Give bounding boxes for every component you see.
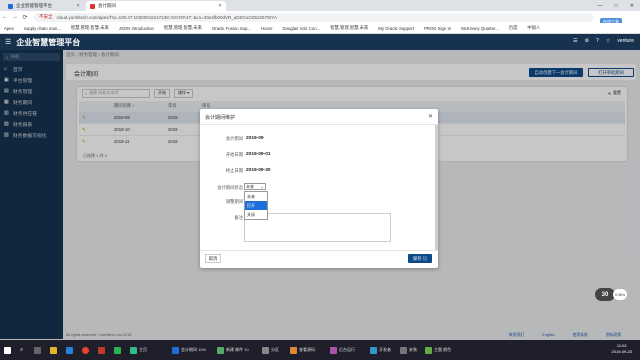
clock-date: 2019-09-23 (611, 349, 632, 354)
system-clock[interactable]: 11:02 2019-09-23 (612, 343, 632, 355)
bookmark[interactable]: 智慧,管理,智慧,未来 (330, 25, 368, 31)
field-label: 会计期间 (225, 136, 243, 141)
bookmark[interactable]: Douglas Volz Con... (283, 26, 321, 31)
url-field[interactable]: 不安全 cloud.yunhitech.com/apex/f?p=100:47:… (34, 12, 594, 22)
dialog-title: 会计期间维护 (205, 115, 236, 121)
field-label: 终止日期 (225, 168, 243, 173)
tab-title: 会计期间 (98, 3, 116, 8)
tab-title: 企业智能管理平台 (16, 3, 52, 8)
search-icon[interactable]: ⌕ (20, 344, 23, 356)
taskbar-app[interactable]: 新建 邮件 10 (217, 344, 249, 356)
bookmark[interactable]: My Oracle Support (378, 26, 414, 31)
bookmark[interactable]: 智慧,管理,智慧,未来 (164, 25, 202, 31)
back-icon[interactable]: ← (0, 14, 10, 20)
edge-icon[interactable] (66, 344, 75, 356)
help-icon[interactable]: ? (596, 38, 599, 44)
speed-badge-rate: 0.3K/s (613, 289, 627, 300)
field-label: 调整期间 (225, 199, 243, 204)
bookmark[interactable]: Oracle Fusion Sup... (212, 26, 251, 31)
field-label: 备注 (234, 215, 243, 220)
url-text: cloud.yunhitech.com/apex/f?p=100:47:1030… (56, 14, 277, 20)
taskbar-app[interactable]: 安装 (400, 344, 417, 356)
wechat-icon[interactable] (114, 344, 123, 356)
reload-icon[interactable]: ⟳ (20, 14, 30, 21)
taskbar-app[interactable]: 后台运行 (330, 344, 355, 356)
tab-favicon (90, 3, 95, 9)
bookmark[interactable]: 百度 (509, 25, 518, 31)
bookmark[interactable]: 中国人 (527, 25, 540, 31)
forward-icon[interactable]: → (10, 14, 20, 20)
minimize-icon[interactable]: — (592, 0, 608, 11)
bookmark[interactable]: Home (261, 26, 272, 31)
taskbar-app[interactable]: 主页 (130, 344, 147, 356)
gear-icon[interactable]: ⚙ (585, 38, 589, 44)
bookmark[interactable]: Apex (4, 26, 14, 31)
status-dropdown-list: 未来 打开 关闭 (244, 191, 268, 220)
divider (200, 124, 438, 125)
status-selected-value: 未来 (246, 183, 254, 189)
browser-tab-1[interactable]: 企业智能管理平台 ✕ (4, 1, 84, 11)
bookmarks-bar: Apex supply chain man... 智慧,管理,智慧,未来 JSO… (0, 23, 640, 34)
chevron-down-icon: ⌄ (260, 184, 264, 189)
field-label: 开始日期 (225, 152, 243, 157)
address-bar: ← → ⟳ 不安全 cloud.yunhitech.com/apex/f?p=1… (0, 11, 640, 26)
period-maintenance-dialog: 会计期间维护 ✕ 会计期间 2019-09 开始日期 2019-09-01 终止… (200, 109, 438, 268)
dialog-scrollbar[interactable] (435, 125, 438, 250)
save-button[interactable]: 保存 ▤ (408, 254, 432, 263)
browser-tab-2[interactable]: 会计期间 ✕ (86, 1, 226, 11)
taskbar-app[interactable]: 开发者 (370, 344, 391, 356)
bookmark[interactable]: supply chain man... (24, 26, 61, 31)
dropdown-option[interactable]: 未来 (245, 192, 267, 201)
tab-favicon (8, 3, 13, 9)
divider (200, 250, 438, 251)
close-icon[interactable]: ✕ (428, 113, 433, 120)
bookmark[interactable]: McKinsey Quarter... (461, 26, 499, 31)
cancel-button[interactable]: 取消 (205, 254, 221, 263)
period-value: 2019-09 (246, 136, 264, 141)
taskbar-app[interactable]: 查看源码 (290, 344, 315, 356)
menu-toggle-icon[interactable]: ☰ (5, 38, 11, 46)
field-label: 会计期间状态 (217, 185, 243, 190)
start-date-value: 2019-09-01 (246, 152, 271, 157)
dropdown-option[interactable]: 关闭 (245, 210, 267, 219)
browser-tab-bar: 企业智能管理平台 ✕ 会计期间 ✕ — □ ✕ (0, 0, 640, 11)
end-date-value: 2019-09-30 (246, 168, 271, 173)
windows-start-icon[interactable] (4, 344, 13, 356)
user-menu[interactable]: venture (617, 38, 634, 44)
chrome-icon[interactable] (82, 344, 91, 356)
wps-icon[interactable] (98, 344, 107, 356)
status-select[interactable]: 未来 ⌄ (244, 183, 266, 190)
app-title[interactable]: 企业智慧管理平台 (16, 37, 80, 48)
speed-badge[interactable]: 30 (595, 288, 615, 301)
bookmark[interactable]: JSON Introduction (119, 26, 154, 31)
file-explorer-icon[interactable] (50, 344, 59, 356)
bookmark[interactable]: 智慧,管理,智慧,未来 (71, 25, 109, 31)
taskbar: ⌕ 主页 会计期间 10% 新建 邮件 10 分区 查看源码 后台运行 开发者 … (0, 340, 640, 360)
dropdown-option-highlighted[interactable]: 打开 (245, 201, 267, 210)
taskbar-app[interactable]: 主题 颜色 (425, 344, 451, 356)
close-window-icon[interactable]: ✕ (624, 0, 640, 11)
taskbar-app[interactable]: 会计期间 10% (172, 344, 206, 356)
task-view-icon[interactable] (34, 344, 43, 356)
taskbar-app[interactable]: 分区 (262, 344, 279, 356)
maximize-icon[interactable]: □ (608, 0, 624, 11)
star-icon[interactable]: ☆ (606, 38, 610, 44)
app-header: ☰ 企业智慧管理平台 ☰ ⚙ ? ☆ venture (0, 34, 640, 50)
tab-close-icon[interactable]: ✕ (218, 3, 222, 9)
tab-close-icon[interactable]: ✕ (76, 3, 80, 9)
header-actions: ☰ ⚙ ? ☆ venture (573, 38, 634, 44)
list-icon[interactable]: ☰ (573, 38, 577, 44)
window-controls: — □ ✕ (592, 0, 640, 11)
bookmark[interactable]: PROD Sign In (424, 26, 451, 31)
security-indicator[interactable]: 不安全 (39, 14, 53, 20)
